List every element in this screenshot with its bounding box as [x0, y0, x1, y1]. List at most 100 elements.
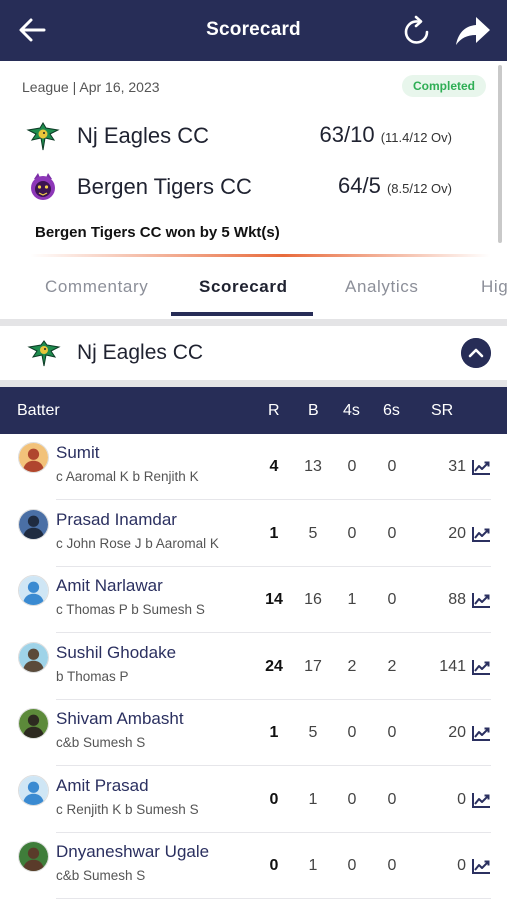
avatar — [18, 841, 49, 872]
batter-name[interactable]: Prasad Inamdar — [56, 510, 177, 530]
dismissal-text: c Renjith K b Sumesh S — [56, 801, 199, 817]
fours-value: 0 — [347, 857, 357, 874]
fours-value: 1 — [347, 591, 357, 608]
col-sixes: 6s — [383, 402, 400, 419]
col-runs: R — [268, 402, 280, 419]
runs-value: 1 — [269, 724, 279, 741]
innings-header[interactable]: Nj Eagles CC — [0, 326, 507, 380]
sixes-value: 2 — [387, 657, 397, 675]
tab-scorecard[interactable]: Scorecard — [199, 277, 288, 297]
sixes-value: 0 — [387, 724, 397, 741]
strike-rate-value: 20 — [448, 524, 466, 542]
dismissal-text: c John Rose J b Aaromal K — [56, 535, 219, 551]
table-row[interactable]: Prasad Inamdar c John Rose J b Aaromal K 1… — [0, 501, 507, 567]
tab-bar: Commentary Scorecard Analytics Hig — [0, 257, 507, 319]
strike-rate-value: 0 — [457, 790, 466, 808]
app-header: Scorecard — [0, 0, 507, 61]
balls-value: 17 — [304, 657, 322, 675]
batter-name[interactable]: Sushil Ghodake — [56, 643, 176, 663]
dismissal-text: c Aaromal K b Renjith K — [56, 469, 199, 484]
dismissal-text: c Thomas P b Sumesh S — [56, 602, 205, 617]
col-balls: B — [308, 402, 319, 419]
batter-name[interactable]: Amit Narlawar — [56, 576, 163, 596]
strike-rate-value: 88 — [448, 591, 466, 608]
avatar — [18, 774, 49, 806]
balls-value: 16 — [304, 591, 322, 608]
batter-name[interactable]: Shivam Ambasht — [56, 709, 184, 729]
balls-value: 13 — [304, 458, 322, 475]
team-name: Nj Eagles CC — [77, 123, 210, 148]
runs-value: 14 — [265, 591, 283, 608]
tiger-logo-icon — [31, 173, 55, 200]
col-batter: Batter — [17, 402, 60, 419]
balls-value: 5 — [308, 524, 318, 542]
table-row[interactable]: Amit Narlawar c Thomas P b Sumesh S 14 16 1 0… — [0, 567, 507, 633]
col-strike-rate: SR — [431, 402, 454, 419]
col-fours: 4s — [343, 402, 360, 419]
team-score: 64/5 (8.5/12 Ov) — [338, 173, 452, 198]
balls-value: 5 — [308, 724, 318, 741]
eagle-logo-icon — [27, 340, 61, 367]
strike-rate-value: 0 — [457, 857, 466, 874]
runs-value: 0 — [269, 790, 279, 808]
table-row[interactable]: Sumit c Aaromal K b Renjith K 4 13 0 0 31 — [0, 434, 507, 500]
runs-value: 24 — [265, 657, 283, 675]
trend-chart-icon[interactable] — [471, 458, 491, 476]
avatar — [18, 508, 49, 540]
refresh-icon[interactable] — [400, 14, 434, 48]
table-row[interactable]: Amit Prasad c Renjith K b Sumesh S 0 1 0 0 0 — [0, 767, 507, 833]
trend-chart-icon[interactable] — [471, 525, 491, 543]
balls-value: 1 — [308, 857, 318, 874]
batter-name[interactable]: Dnyaneshwar Ugale — [56, 842, 209, 862]
balls-value: 1 — [308, 790, 318, 808]
trend-chart-icon[interactable] — [471, 724, 491, 742]
table-row[interactable]: Shivam Ambasht c&b Sumesh S 1 5 0 0 20 — [0, 700, 507, 766]
sixes-value: 0 — [387, 857, 397, 874]
avatar — [18, 575, 49, 606]
runs-value: 4 — [269, 458, 279, 475]
match-summary: League | Apr 16, 2023 Completed Nj Eagle… — [0, 61, 507, 257]
match-meta: League | Apr 16, 2023 — [22, 79, 160, 95]
trend-chart-icon[interactable] — [471, 658, 491, 676]
avatar — [18, 442, 49, 473]
table-row[interactable]: Sushil Ghodake b Thomas P 24 17 2 2 141 — [0, 634, 507, 700]
section-divider — [0, 380, 507, 387]
avatar — [18, 708, 49, 739]
match-result: Bergen Tigers CC won by 5 Wkt(s) — [35, 224, 280, 241]
runs-value: 0 — [269, 857, 279, 874]
table-row[interactable]: Dnyaneshwar Ugale c&b Sumesh S 0 1 0 0 0 — [0, 833, 507, 899]
team-name: Bergen Tigers CC — [77, 174, 252, 199]
tab-commentary[interactable]: Commentary — [45, 277, 148, 297]
runs-value: 1 — [269, 524, 279, 542]
avatar — [18, 641, 49, 673]
fours-value: 0 — [347, 458, 357, 475]
fours-value: 0 — [347, 524, 357, 542]
fours-value: 0 — [347, 790, 357, 808]
trend-chart-icon[interactable] — [471, 857, 491, 875]
section-divider — [0, 319, 507, 326]
strike-rate-value: 20 — [448, 724, 466, 741]
scrollbar[interactable] — [498, 65, 502, 243]
tab-indicator — [171, 312, 313, 316]
status-badge: Completed — [402, 75, 486, 97]
team-score: 63/10 (11.4/12 Ov) — [319, 122, 452, 147]
batter-name[interactable]: Sumit — [56, 443, 99, 463]
sixes-value: 0 — [387, 591, 397, 608]
chevron-up-icon[interactable] — [461, 338, 491, 368]
dismissal-text: b Thomas P — [56, 668, 129, 684]
trend-chart-icon[interactable] — [471, 791, 491, 809]
team-row-2: Bergen Tigers CC 64/5 (8.5/12 Ov) — [0, 167, 490, 207]
batter-name[interactable]: Amit Prasad — [56, 776, 149, 796]
dismissal-text: c&b Sumesh S — [56, 868, 146, 883]
innings-team-name: Nj Eagles CC — [77, 341, 204, 364]
tab-highlights[interactable]: Hig — [481, 277, 507, 297]
sixes-value: 0 — [387, 790, 397, 808]
strike-rate-value: 31 — [448, 458, 466, 475]
dismissal-text: c&b Sumesh S — [56, 735, 146, 750]
share-icon[interactable] — [455, 15, 491, 47]
fours-value: 2 — [347, 657, 357, 675]
fours-value: 0 — [347, 724, 357, 741]
sixes-value: 0 — [387, 458, 397, 475]
tab-analytics[interactable]: Analytics — [345, 277, 418, 297]
trend-chart-icon[interactable] — [471, 591, 491, 609]
